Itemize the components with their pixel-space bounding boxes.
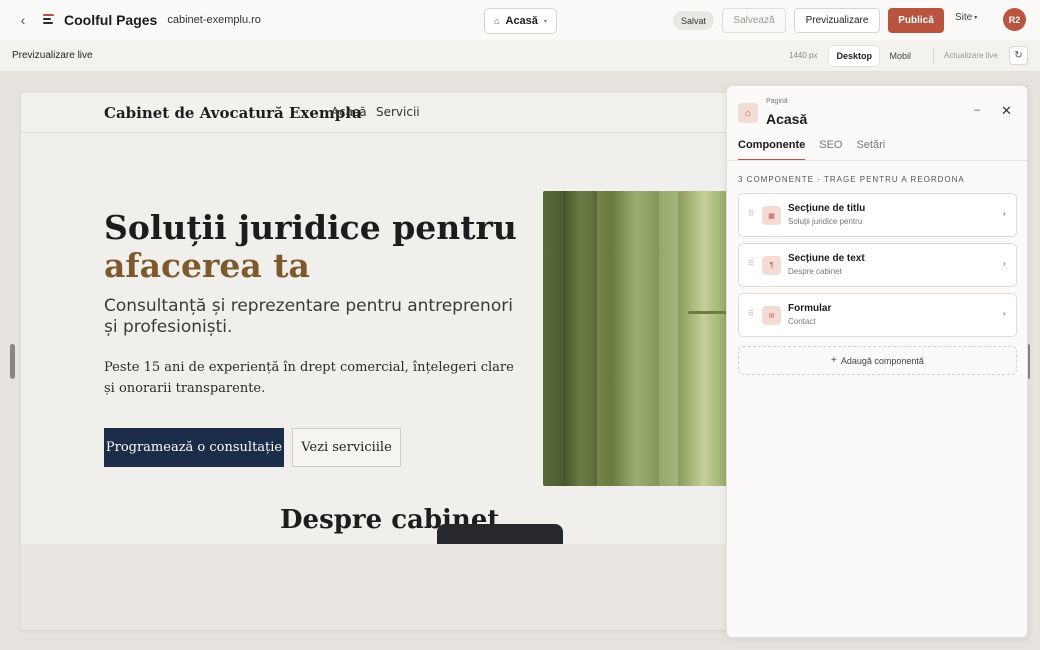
hero-title: Soluții juridice pentru afacerea ta xyxy=(104,209,524,285)
device-toggle: Desktop Mobil xyxy=(829,46,921,66)
avatar[interactable]: R2 xyxy=(1003,8,1026,31)
phone-mockup xyxy=(437,524,563,544)
component-description: Despre cabinet xyxy=(788,267,842,276)
book-consultation-button[interactable]: Programează o consultație xyxy=(104,428,284,467)
chevron-down-icon: ▾ xyxy=(543,18,547,25)
logo-icon xyxy=(43,14,55,26)
divider xyxy=(727,160,1027,161)
device-mobile-button[interactable]: Mobil xyxy=(879,46,921,66)
minimize-icon[interactable]: – xyxy=(974,104,980,116)
publish-button[interactable]: Publică xyxy=(888,8,944,33)
live-update-toggle[interactable]: Actualizare live xyxy=(944,51,998,60)
plus-icon: + xyxy=(831,355,837,366)
viewport-width-label: 1440 px xyxy=(789,51,818,60)
site-nav-link-services[interactable]: Servicii xyxy=(376,105,420,119)
back-icon[interactable]: ‹ xyxy=(12,12,34,28)
site-menu-label: Site xyxy=(955,12,973,23)
preview-toolbar: Previzualizare live 1440 px Desktop Mobi… xyxy=(0,40,1040,72)
site-nav-link-home[interactable]: Acasă xyxy=(331,105,367,119)
house-icon: ⌂ xyxy=(494,16,500,26)
drag-handle-icon[interactable]: ⠿ xyxy=(748,209,754,218)
component-name: Formular xyxy=(788,303,832,314)
page-components-panel: ⌂ Pagină Acasă – ✕ Componente SEO Setări… xyxy=(726,85,1028,638)
save-button[interactable]: Salvează xyxy=(722,8,786,33)
chevron-right-icon: › xyxy=(1003,259,1006,268)
hero-subtitle: Consultanță și reprezentare pentru antre… xyxy=(104,296,513,337)
site-menu[interactable]: Site ▾ xyxy=(955,12,977,23)
component-card-text-section[interactable]: ⠿ ¶ Secțiune de text Despre cabinet › xyxy=(738,243,1017,287)
tab-components[interactable]: Componente xyxy=(738,139,806,161)
house-icon: ⌂ xyxy=(738,103,758,123)
layout-icon: ▦ xyxy=(762,206,781,225)
tab-settings[interactable]: Setări xyxy=(856,139,885,161)
component-description: Soluții juridice pentru xyxy=(788,217,863,226)
panel-tabs: Componente SEO Setări xyxy=(738,139,885,161)
canvas-scroll-handle-left[interactable] xyxy=(10,344,15,379)
component-card-title-section[interactable]: ⠿ ▦ Secțiune de titlu Soluții juridice p… xyxy=(738,193,1017,237)
add-component-label: Adaugă componentă xyxy=(840,355,924,366)
hero-title-line1: Soluții juridice pentru xyxy=(104,208,517,247)
brand-name: Coolful Pages xyxy=(64,12,158,28)
paragraph-icon: ¶ xyxy=(762,256,781,275)
mail-icon: ✉ xyxy=(762,306,781,325)
divider xyxy=(933,48,934,64)
chevron-down-icon: ▾ xyxy=(974,14,978,21)
chevron-right-icon: › xyxy=(1003,309,1006,318)
drag-handle-icon[interactable]: ⠿ xyxy=(748,259,754,268)
component-count-label: 3 componente · trage pentru a reordona xyxy=(738,175,965,184)
site-name[interactable]: Cabinet de Avocatură Exemplu xyxy=(104,104,362,122)
component-name: Secțiune de text xyxy=(788,253,865,264)
hero-title-accent: afacerea ta xyxy=(104,246,310,285)
refresh-icon[interactable]: ↻ xyxy=(1009,46,1028,65)
component-card-form[interactable]: ⠿ ✉ Formular Contact › xyxy=(738,293,1017,337)
page-selector-label: Acasă xyxy=(505,15,538,27)
live-preview-label: Previzualizare live xyxy=(12,50,93,61)
close-icon[interactable]: ✕ xyxy=(1001,103,1012,119)
hero-body-text: Peste 15 ani de experiență în drept come… xyxy=(104,360,514,396)
tab-seo[interactable]: SEO xyxy=(819,139,842,161)
component-description: Contact xyxy=(788,317,816,326)
site-domain: cabinet-exemplu.ro xyxy=(167,14,261,26)
drag-handle-icon[interactable]: ⠿ xyxy=(748,309,754,318)
add-component-button[interactable]: + Adaugă componentă xyxy=(738,346,1017,375)
view-services-button[interactable]: Vezi serviciile xyxy=(292,428,401,467)
saved-status-badge: Salvat xyxy=(673,11,714,30)
chevron-right-icon: › xyxy=(1003,209,1006,218)
component-name: Secțiune de titlu xyxy=(788,203,866,214)
device-desktop-button[interactable]: Desktop xyxy=(829,46,880,66)
page-selector[interactable]: ⌂ Acasă ▾ xyxy=(484,8,557,34)
preview-button[interactable]: Previzualizare xyxy=(794,8,880,33)
panel-title: Acasă xyxy=(766,111,808,127)
panel-kicker: Pagină xyxy=(766,98,788,105)
